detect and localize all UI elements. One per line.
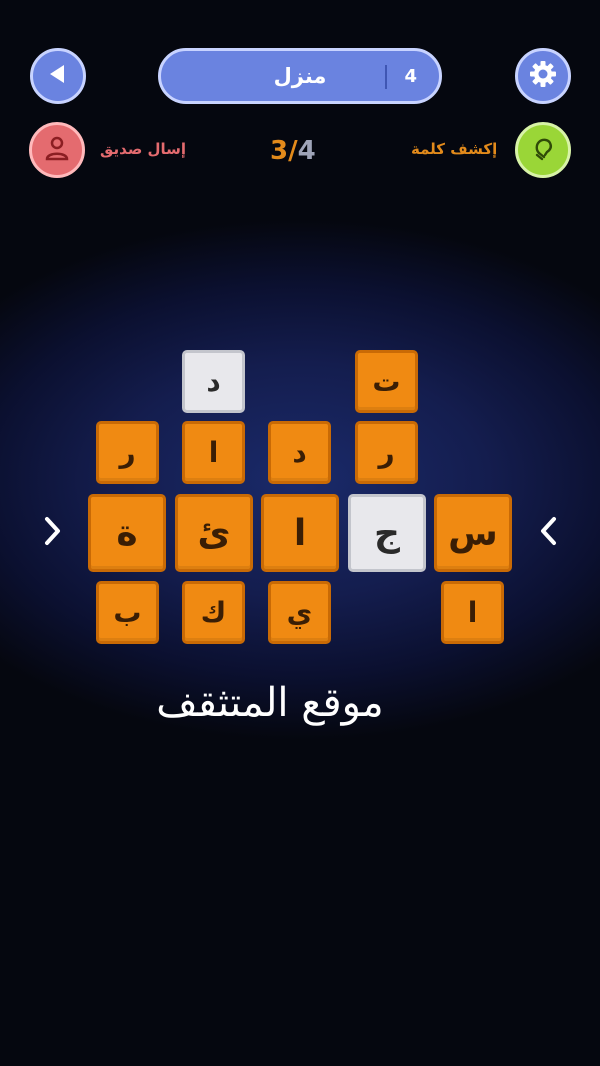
progress-total: 4 [297,136,316,166]
letter-tile[interactable]: ب [96,581,159,644]
person-icon [43,134,71,166]
chevron-left-icon [539,515,559,551]
reveal-word-button[interactable] [515,122,571,178]
letter-tile[interactable]: ي [268,581,331,644]
share-friend-label[interactable]: إسال صديق [100,140,186,158]
letter-tile[interactable]: ا [441,581,504,644]
back-triangle-icon [47,63,69,89]
letter-tile[interactable]: ت [355,350,418,413]
pill-divider [385,65,387,89]
scroll-left-button[interactable] [37,513,67,553]
chevron-right-icon [42,515,62,551]
letter-tile-main[interactable]: ة [88,494,166,572]
level-title-pill: منزل 4 [158,48,442,104]
watermark-text: موقع المتثقف [156,680,384,726]
settings-button[interactable] [515,48,571,104]
progress-current: 3 [270,136,289,166]
word-progress: 3/4 [270,136,316,166]
letter-tile[interactable]: ر [355,421,418,484]
letter-tile-main[interactable]: ئ [175,494,253,572]
letter-tile[interactable]: ك [182,581,245,644]
letter-tile[interactable]: ا [182,421,245,484]
share-friend-button[interactable] [29,122,85,178]
gear-icon [528,59,558,93]
level-number: 4 [404,65,417,87]
letter-tile-main[interactable]: ج [348,494,426,572]
progress-slash: / [288,136,298,166]
scroll-right-button[interactable] [534,513,564,553]
letter-tile[interactable]: د [182,350,245,413]
level-title: منزل [273,64,327,88]
letter-tile[interactable]: ر [96,421,159,484]
letter-tile-main[interactable]: س [434,494,512,572]
back-button[interactable] [30,48,86,104]
reveal-word-label[interactable]: إكشف كلمة [411,140,497,158]
letter-tile[interactable]: د [268,421,331,484]
lightbulb-icon [528,133,558,167]
letter-tile-main[interactable]: ا [261,494,339,572]
